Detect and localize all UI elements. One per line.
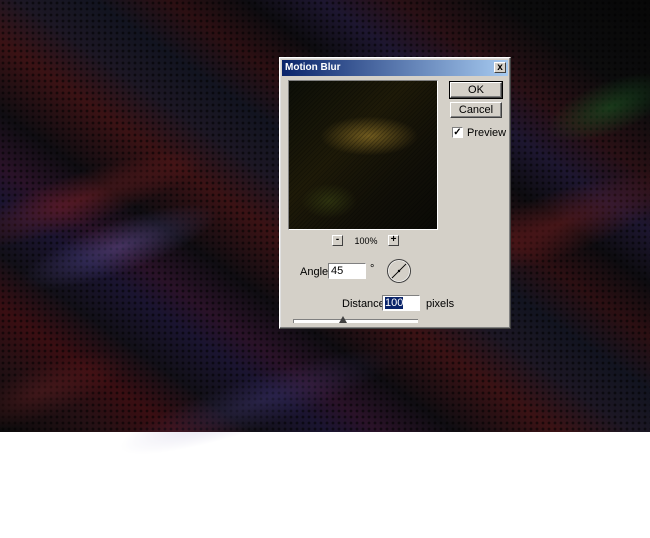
filter-preview[interactable] bbox=[288, 80, 438, 230]
cancel-button[interactable]: Cancel bbox=[450, 102, 502, 118]
plus-icon: + bbox=[390, 234, 397, 245]
distance-value: 100 bbox=[385, 297, 404, 309]
angle-input[interactable]: 45 bbox=[328, 263, 366, 279]
preview-label: Preview bbox=[467, 127, 507, 139]
dialog-title: Motion Blur bbox=[285, 62, 341, 73]
pixels-unit-label: pixels bbox=[426, 298, 455, 310]
minus-icon: - bbox=[335, 234, 340, 245]
angle-dial-icon[interactable] bbox=[386, 258, 412, 284]
distance-slider-track[interactable] bbox=[293, 319, 418, 323]
degree-symbol: ° bbox=[370, 263, 375, 275]
angle-label: Angle: bbox=[300, 266, 332, 278]
preview-checkbox[interactable]: ✓ bbox=[452, 127, 463, 138]
zoom-out-button[interactable]: - bbox=[332, 235, 343, 246]
distance-input[interactable]: 100 bbox=[382, 295, 420, 311]
close-icon: x bbox=[497, 62, 503, 73]
distance-slider-thumb[interactable] bbox=[339, 316, 347, 323]
close-button[interactable]: x bbox=[494, 62, 506, 73]
check-icon: ✓ bbox=[453, 127, 462, 138]
zoom-in-button[interactable]: + bbox=[388, 235, 399, 246]
distance-label: Distance: bbox=[342, 298, 388, 310]
ok-button[interactable]: OK bbox=[449, 81, 503, 99]
motion-blur-dialog: Motion Blur x - 100% + OK Cancel ✓ Previ… bbox=[279, 57, 511, 329]
dialog-titlebar[interactable]: Motion Blur x bbox=[282, 60, 508, 76]
zoom-level: 100% bbox=[354, 236, 378, 246]
